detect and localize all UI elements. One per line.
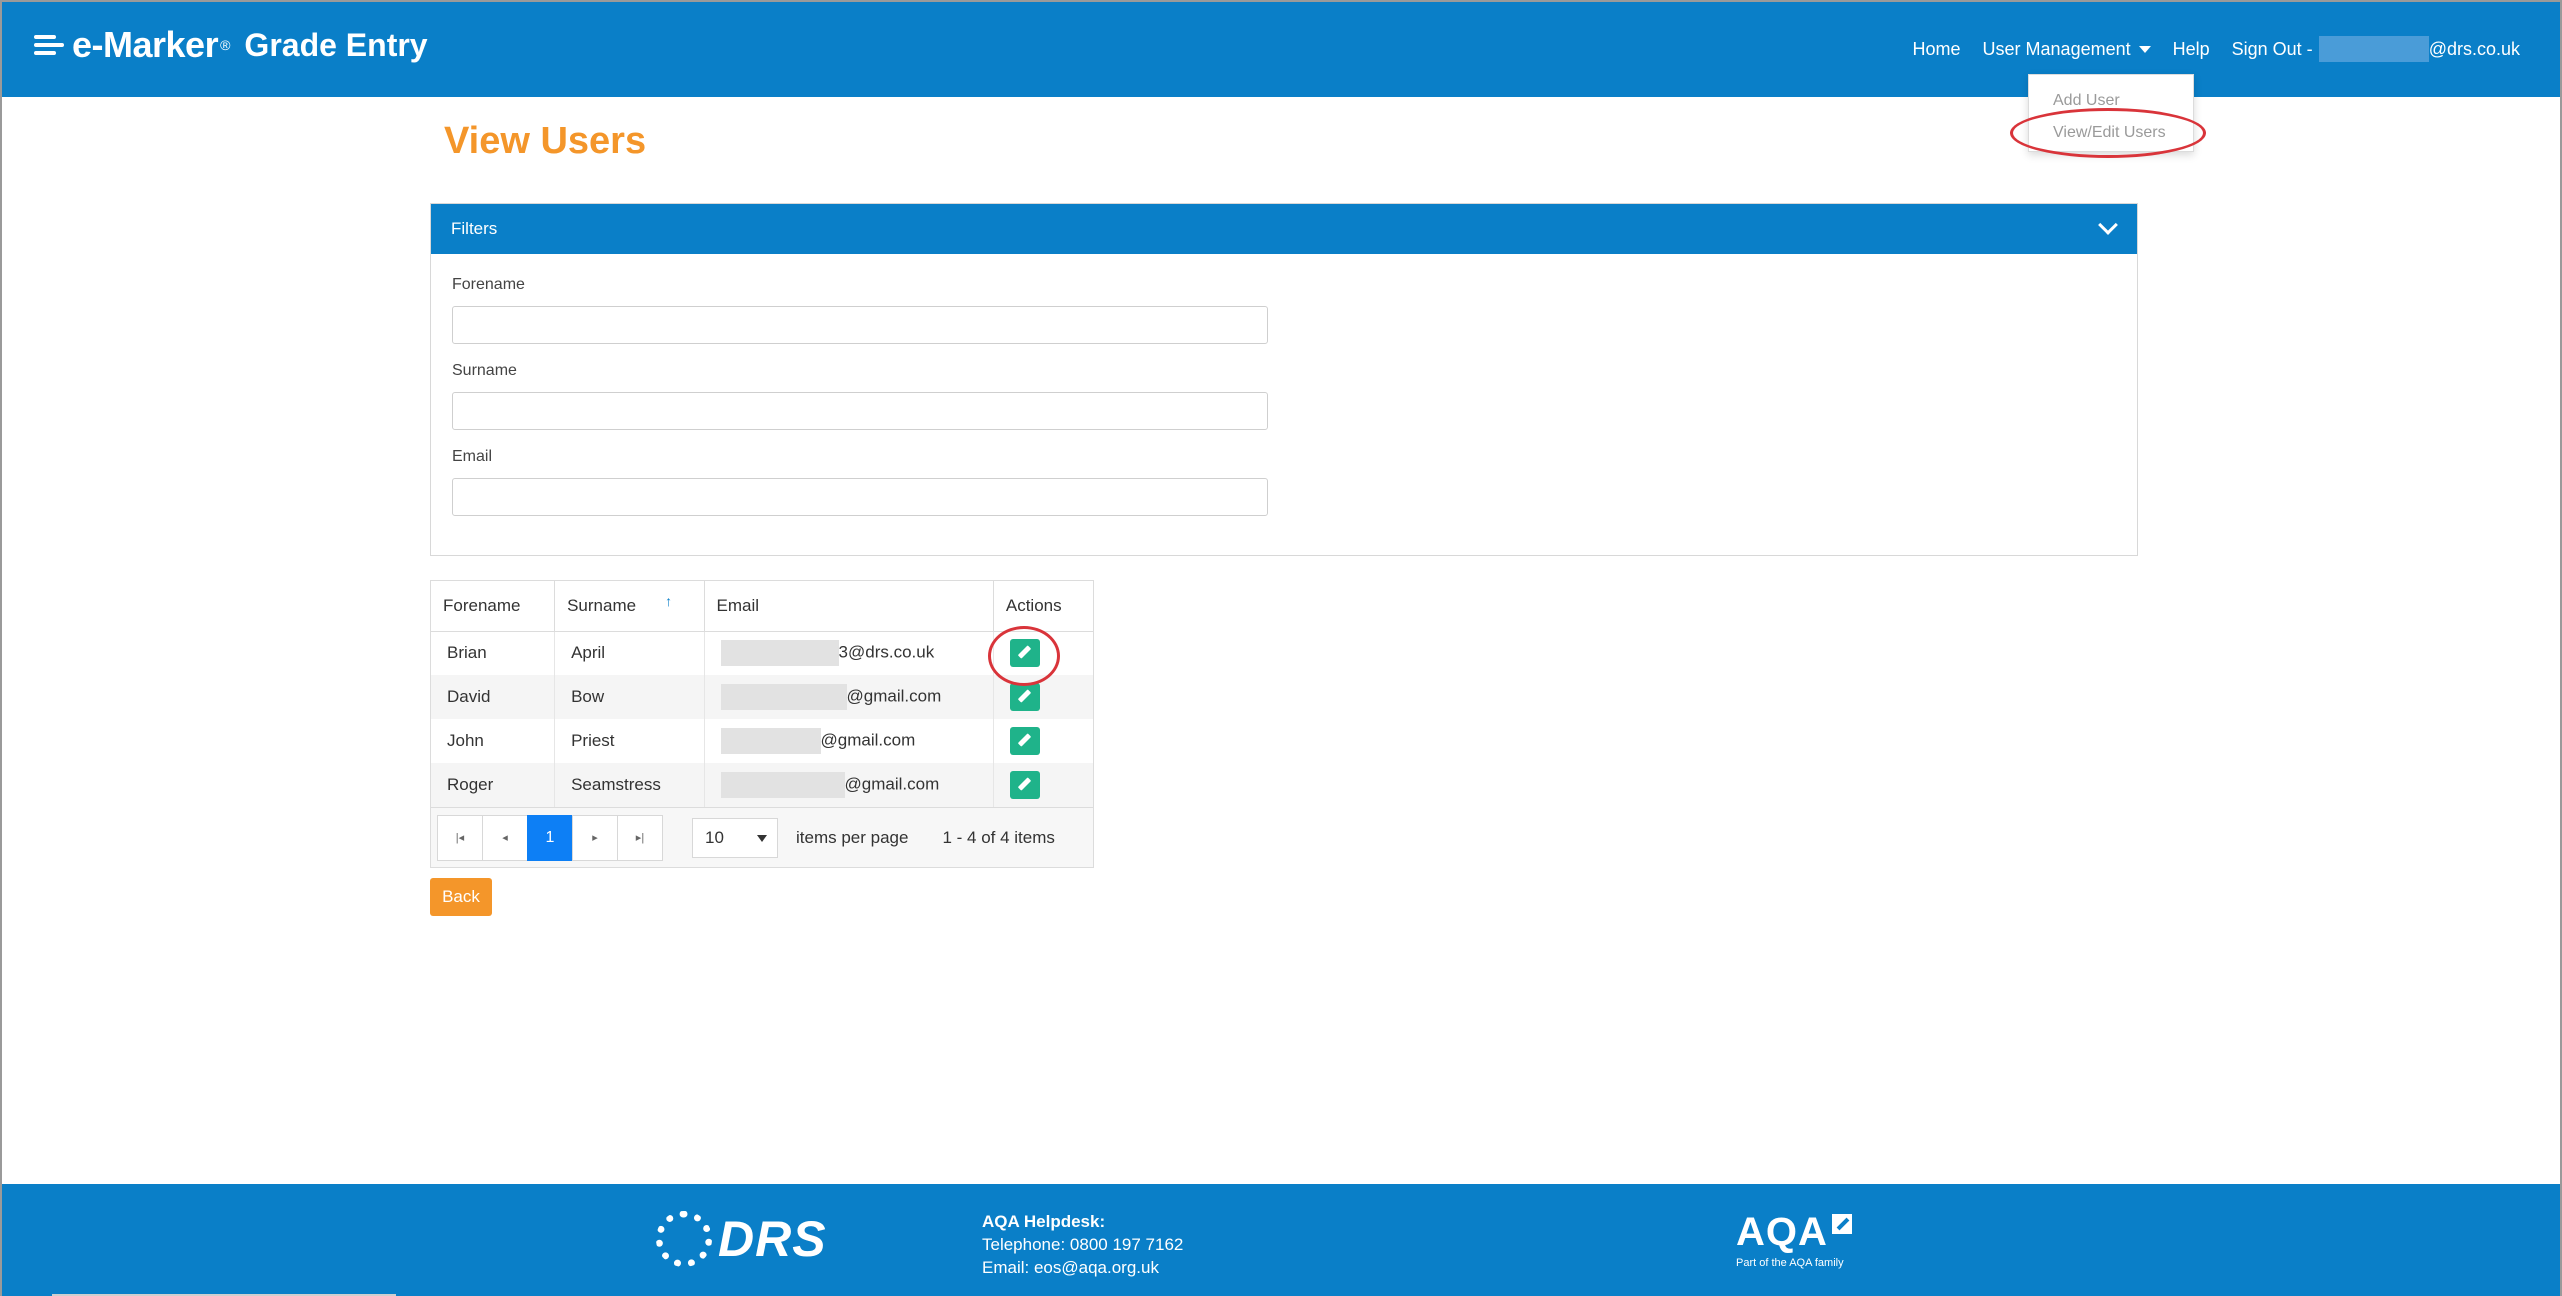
redacted-username	[2318, 36, 2429, 62]
back-button[interactable]: Back	[430, 878, 492, 916]
table-row: David Bow @gmail.com	[431, 675, 1093, 719]
nav-user-management[interactable]: User Management	[1983, 39, 2151, 60]
caret-down-icon	[2138, 45, 2151, 53]
page-title: View Users	[444, 120, 647, 162]
table-header-row: Forename Surname ↑ Email Actions	[431, 581, 1093, 632]
email-filter: Email	[452, 448, 1268, 516]
aqa-tagline: Part of the AQA family	[1736, 1257, 1844, 1269]
column-header-surname-label: Surname	[567, 595, 637, 615]
user-management-dropdown: Add User View/Edit Users	[2028, 74, 2194, 152]
helpdesk-telephone: Telephone: 0800 197 7162	[982, 1235, 1184, 1254]
users-grid: Forename Surname ↑ Email Actions Brian A…	[430, 580, 1094, 868]
cell-forename: Roger	[431, 763, 556, 807]
column-header-actions: Actions	[993, 581, 1093, 632]
cell-actions	[993, 763, 1093, 807]
edit-user-button[interactable]	[1009, 771, 1040, 799]
cell-forename: Brian	[431, 631, 556, 675]
cell-surname: Seamstress	[554, 763, 705, 807]
product-name: Grade Entry	[244, 26, 428, 63]
cell-actions	[993, 631, 1093, 675]
next-page-icon[interactable]: ▸	[572, 814, 618, 861]
email-suffix: @gmail.com	[844, 774, 940, 794]
sign-out-domain: @drs.co.uk	[2428, 38, 2520, 59]
items-per-page-label: items per page	[796, 827, 909, 847]
hamburger-lines-icon	[34, 31, 70, 59]
email-suffix: @gmail.com	[820, 730, 916, 750]
edit-user-button[interactable]	[1009, 727, 1040, 755]
aqa-logo: AQA Part of the AQA family	[1736, 1210, 1852, 1269]
page-size-select[interactable]: 10	[692, 817, 778, 858]
forename-input[interactable]	[452, 306, 1268, 344]
nav-home[interactable]: Home	[1913, 39, 1961, 60]
sort-ascending-icon: ↑	[665, 593, 673, 609]
email-suffix: 3@drs.co.uk	[838, 642, 935, 662]
app-footer: DRS AQA Helpdesk: Telephone: 0800 197 71…	[2, 1184, 2560, 1296]
brand-logo[interactable]: e-Marker ® Grade Entry	[34, 24, 428, 66]
cell-email: @gmail.com	[704, 675, 994, 719]
cell-surname: Bow	[554, 675, 705, 719]
filters-panel: Filters Forename Surname Email	[430, 203, 2138, 556]
edit-user-button[interactable]	[1009, 683, 1040, 711]
surname-filter: Surname	[452, 362, 1268, 430]
aqa-mark-icon	[1831, 1214, 1852, 1234]
redacted-email-local	[720, 640, 839, 667]
pager-info: 1 - 4 of 4 items	[942, 827, 1055, 847]
forename-filter: Forename	[452, 276, 1268, 344]
brand-registered-mark: ®	[220, 37, 231, 53]
table-row: Brian April 3@drs.co.uk	[431, 631, 1093, 675]
nav-user-management-label: User Management	[1982, 38, 2131, 59]
filters-title: Filters	[451, 219, 498, 238]
email-input[interactable]	[452, 478, 1268, 516]
redacted-email-local	[720, 728, 821, 754]
forename-label: Forename	[452, 276, 525, 293]
column-header-email[interactable]: Email	[704, 581, 994, 632]
cell-forename: John	[431, 719, 556, 763]
helpdesk-title: AQA Helpdesk:	[982, 1212, 1106, 1231]
nav-help[interactable]: Help	[2173, 39, 2210, 60]
table-row: Roger Seamstress @gmail.com	[431, 763, 1093, 807]
surname-label: Surname	[452, 362, 517, 379]
helpdesk-info: AQA Helpdesk: Telephone: 0800 197 7162 E…	[982, 1210, 1183, 1279]
cell-email: 3@drs.co.uk	[704, 631, 994, 675]
users-table: Forename Surname ↑ Email Actions Brian A…	[431, 581, 1093, 807]
first-page-icon[interactable]: |◂	[437, 814, 483, 861]
drs-logo-text: DRS	[718, 1211, 827, 1267]
aqa-logo-text: AQA	[1736, 1210, 1828, 1254]
chevron-down-icon[interactable]	[2098, 215, 2118, 235]
grid-pager: |◂ ◂ 1 ▸ ▸| 10 items per page 1 - 4 of 4…	[431, 807, 1093, 867]
nav-sign-out[interactable]: Sign Out - @drs.co.uk	[2232, 36, 2520, 62]
sign-out-label: Sign Out -	[2231, 38, 2313, 59]
page-number-button[interactable]: 1	[527, 814, 573, 861]
menu-item-view-edit-users[interactable]: View/Edit Users	[2029, 121, 2193, 153]
redacted-email-local	[720, 684, 847, 710]
cell-actions	[993, 675, 1093, 719]
menu-item-add-user[interactable]: Add User	[2029, 89, 2193, 121]
cell-actions	[993, 719, 1093, 763]
table-row: John Priest @gmail.com	[431, 719, 1093, 763]
column-header-forename[interactable]: Forename	[431, 581, 556, 632]
filters-header[interactable]: Filters	[431, 204, 2137, 254]
cell-surname: Priest	[554, 719, 705, 763]
edit-user-button[interactable]	[1009, 639, 1040, 668]
brand-name: e-Marker	[72, 24, 219, 65]
column-header-surname[interactable]: Surname ↑	[554, 581, 705, 632]
drs-logo: DRS	[656, 1210, 827, 1268]
prev-page-icon[interactable]: ◂	[482, 814, 528, 861]
cell-email: @gmail.com	[704, 763, 994, 807]
email-label: Email	[452, 448, 493, 465]
cell-surname: April	[554, 631, 705, 675]
redacted-email-local	[720, 772, 845, 798]
caret-down-icon	[757, 834, 767, 842]
cell-forename: David	[431, 675, 556, 719]
drs-dots-icon	[656, 1211, 712, 1267]
page-size-value: 10	[705, 827, 724, 847]
top-navigation: Home User Management Help Sign Out - @dr…	[1891, 36, 2520, 62]
cell-email: @gmail.com	[704, 719, 994, 763]
helpdesk-email[interactable]: Email: eos@aqa.org.uk	[982, 1256, 1183, 1279]
last-page-icon[interactable]: ▸|	[617, 814, 663, 861]
email-suffix: @gmail.com	[846, 686, 942, 706]
surname-input[interactable]	[452, 392, 1268, 430]
